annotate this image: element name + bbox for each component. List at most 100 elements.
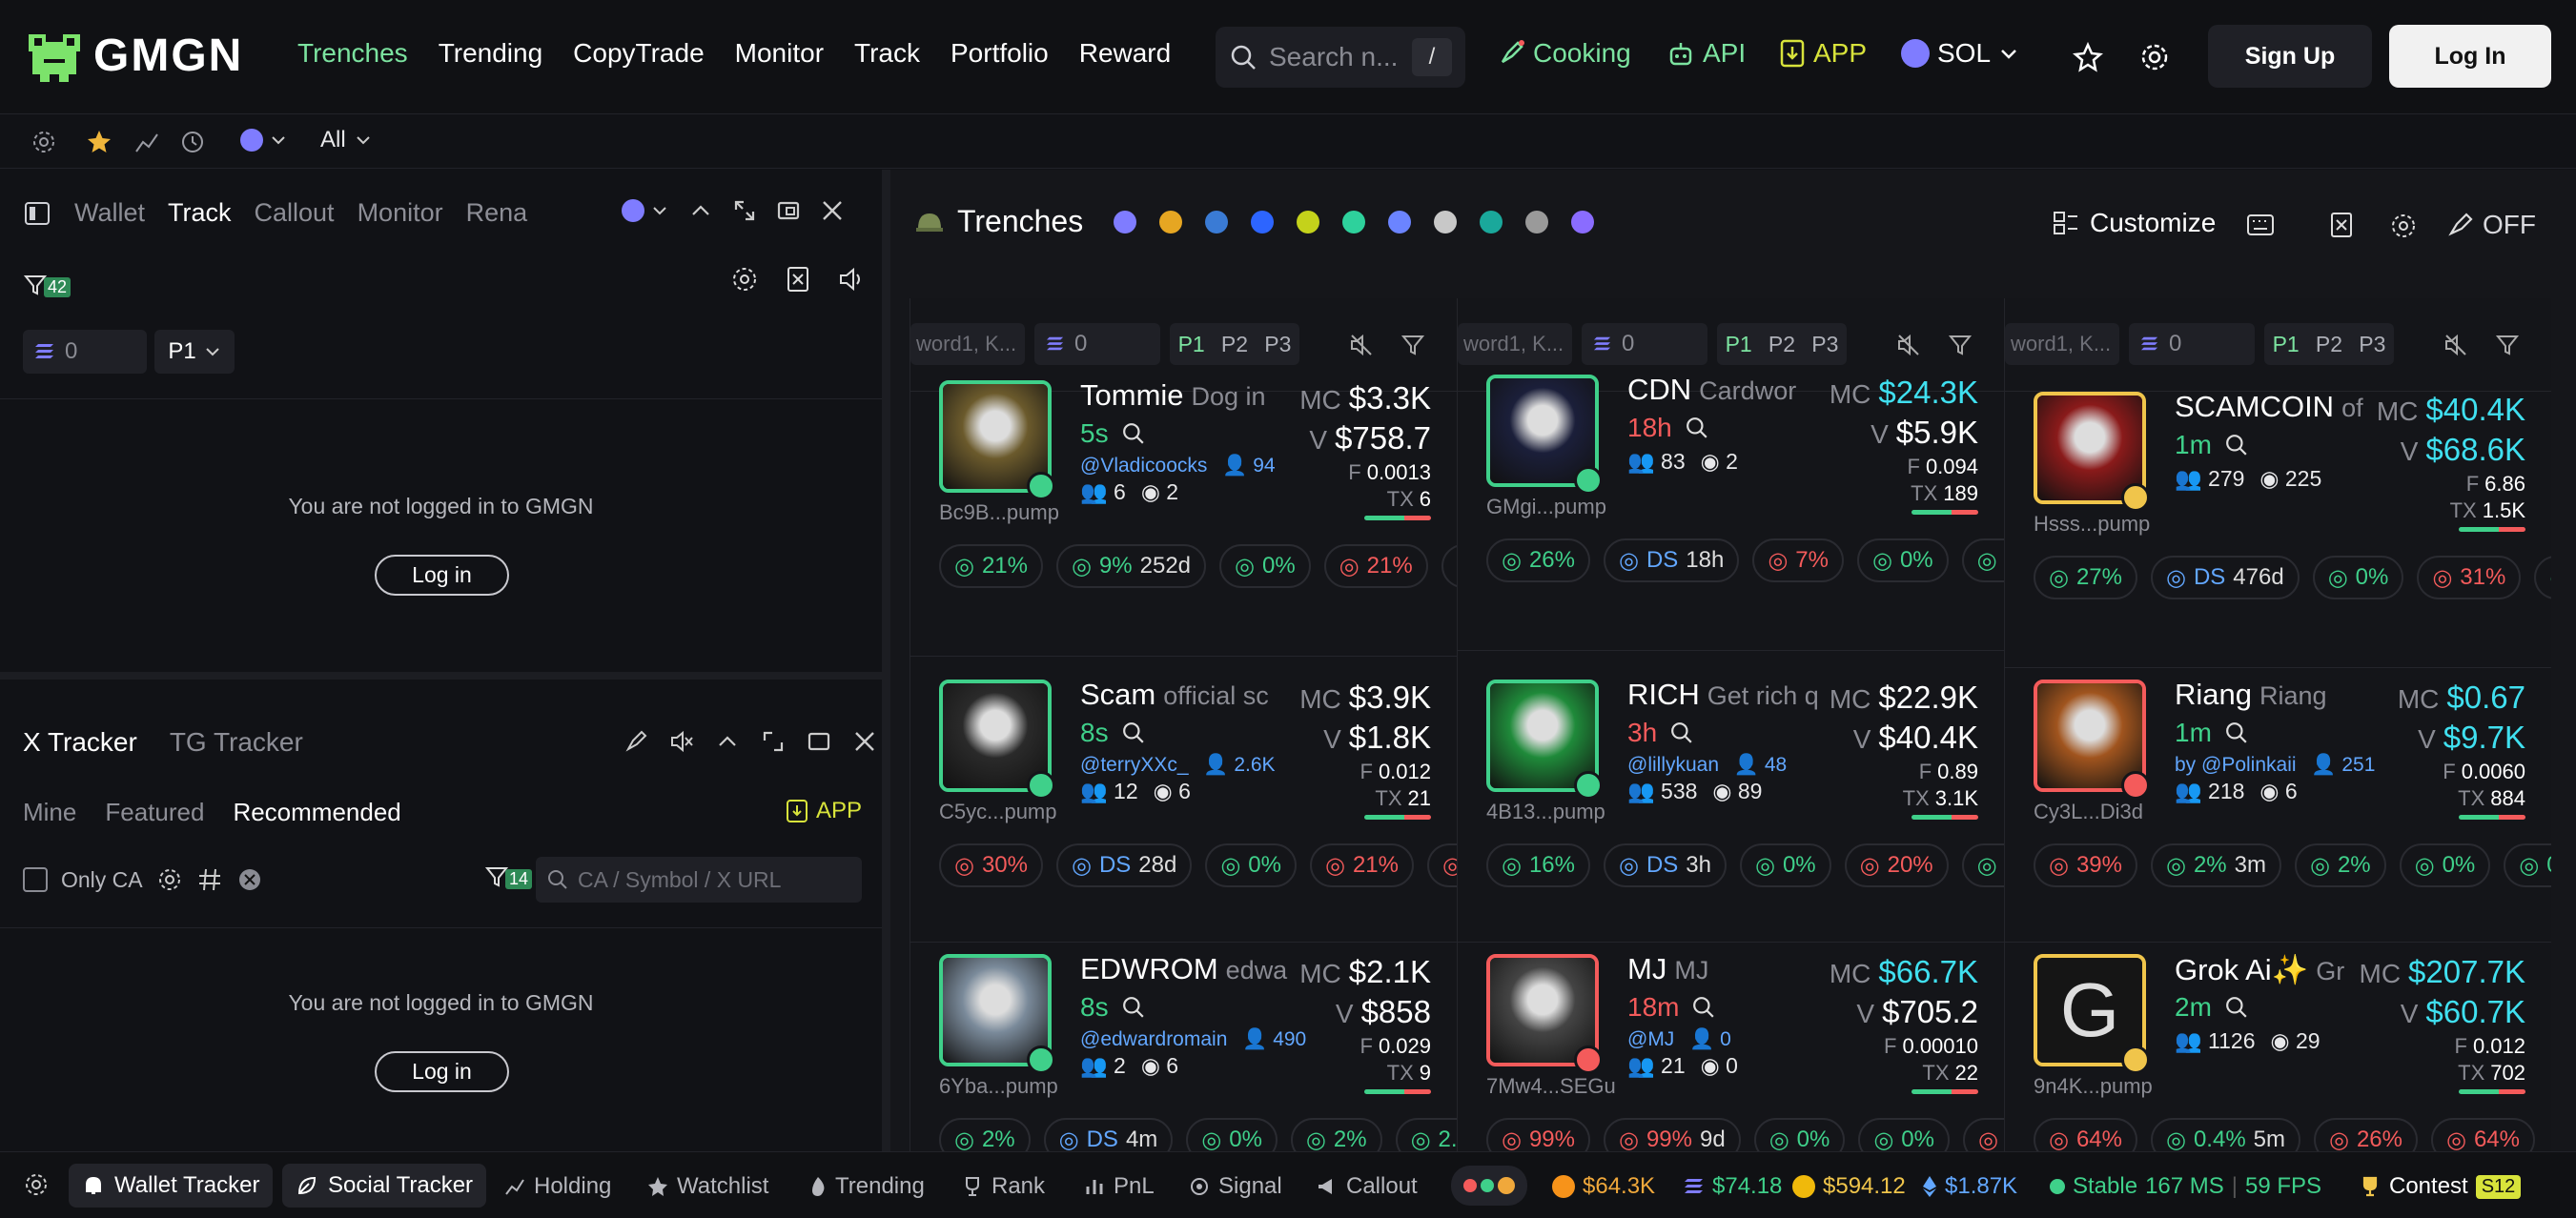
token-name[interactable]: Riang Riang	[2175, 678, 2327, 712]
chain-filter-icon-4[interactable]	[1297, 210, 1320, 233]
token-address[interactable]: 6Yba...pump	[939, 1074, 1058, 1099]
contest-link[interactable]: Contest S12	[2359, 1173, 2522, 1200]
auto-buy-toggle[interactable]: OFF	[2446, 210, 2536, 240]
token-address[interactable]: Bc9B...pump	[939, 500, 1059, 525]
token-name[interactable]: RICH Get rich q	[1627, 678, 1819, 712]
cooking-button[interactable]: Cooking	[1497, 38, 1631, 69]
speaker-icon[interactable]	[837, 265, 866, 294]
preset-p3[interactable]: P3	[1264, 332, 1291, 357]
token-card[interactable]: GMgi...pump CDN Cardwor 18h 👥 83 ◉ 2 MC $24…	[1458, 373, 2004, 651]
token-card[interactable]: Hsss...pump SCAMCOIN of 1m 👥 279 ◉ 225 MC $…	[2005, 390, 2551, 668]
keyword-filter-input[interactable]: word1, K...	[1458, 323, 1572, 365]
gear-icon[interactable]	[2389, 212, 2418, 240]
token-card[interactable]: 6Yba...pump EDWROM edwa 8s @edwardromain …	[910, 943, 1457, 1151]
rocket-icon[interactable]	[624, 729, 648, 754]
signup-button[interactable]: Sign Up	[2208, 25, 2372, 88]
bookmark-x-icon[interactable]	[784, 265, 812, 294]
pnl-tab[interactable]: PnL	[1083, 1173, 1155, 1200]
nav-link-portfolio[interactable]: Portfolio	[951, 38, 1049, 69]
search-icon[interactable]	[1122, 422, 1145, 445]
search-icon[interactable]	[2225, 721, 2248, 744]
preset-p3[interactable]: P3	[2359, 332, 2385, 357]
tab-rename[interactable]: Rena	[466, 198, 528, 228]
tab-track[interactable]: Track	[168, 198, 232, 228]
chart-icon[interactable]	[133, 129, 160, 155]
creator-handle[interactable]: @terryXXc_ 👤 2.6K	[1080, 754, 1276, 777]
chain-filter-icon-0[interactable]	[1114, 210, 1137, 233]
gear-icon[interactable]	[730, 265, 759, 294]
tab-x-tracker[interactable]: X Tracker	[23, 727, 137, 758]
tab-callout[interactable]: Callout	[255, 198, 335, 228]
token-name[interactable]: SCAMCOIN of	[2175, 390, 2363, 424]
token-card[interactable]: G 9n4K...pump Grok Ai✨ Gr 2m 👥 1126 ◉ 29 M…	[2005, 943, 2551, 1151]
signal-tab[interactable]: Signal	[1188, 1173, 1282, 1200]
nav-link-track[interactable]: Track	[854, 38, 920, 69]
subtab-featured[interactable]: Featured	[105, 798, 204, 827]
token-address[interactable]: Cy3L...Di3d	[2034, 800, 2143, 824]
keyboard-icon[interactable]	[2246, 212, 2275, 238]
history-icon[interactable]	[179, 129, 206, 155]
chain-selector[interactable]	[622, 199, 669, 222]
expand-icon[interactable]	[732, 198, 757, 223]
search-box[interactable]: Search n... /	[1216, 27, 1465, 88]
api-button[interactable]: API	[1666, 38, 1746, 69]
chain-filter-icon-9[interactable]	[1525, 210, 1549, 233]
chain-filter-icon-7[interactable]	[1434, 210, 1458, 233]
search-icon[interactable]	[2225, 996, 2248, 1019]
search-icon[interactable]	[1692, 996, 1715, 1019]
preset-p1[interactable]: P1	[2273, 332, 2300, 357]
popout-icon[interactable]	[776, 198, 801, 223]
nav-link-monitor[interactable]: Monitor	[735, 38, 824, 69]
buy-amount-input[interactable]: 0	[23, 330, 147, 374]
expand-icon[interactable]	[761, 729, 786, 754]
chevron-up-icon[interactable]	[715, 729, 740, 754]
keyword-filter-input[interactable]: word1, K...	[910, 323, 1025, 365]
preset-p1[interactable]: P1	[1178, 332, 1205, 357]
token-card[interactable]: C5yc...pump Scam official sc 8s @terryXXc…	[910, 668, 1457, 943]
search-icon[interactable]	[1122, 721, 1145, 744]
tab-monitor[interactable]: Monitor	[358, 198, 443, 228]
trending-tab[interactable]: Trending	[808, 1173, 925, 1200]
keyword-filter-input[interactable]: word1, K...	[2005, 323, 2119, 365]
preset-p3[interactable]: P3	[1811, 332, 1838, 357]
quick-buy-amount-input[interactable]: 0	[1582, 323, 1707, 365]
star-filled-icon[interactable]	[86, 129, 112, 155]
chain-selector[interactable]: SOL	[1901, 38, 2019, 69]
sidebar-toggle-icon[interactable]	[23, 199, 51, 228]
subtab-recommended[interactable]: Recommended	[233, 798, 400, 827]
token-card[interactable]: 4B13...pump RICH Get rich q 3h @lillykuan…	[1458, 668, 2004, 943]
quick-buy-amount-input[interactable]: 0	[1034, 323, 1160, 365]
quick-buy-amount-input[interactable]: 0	[2129, 323, 2255, 365]
chain-filter-icon-8[interactable]	[1480, 210, 1503, 233]
mute-icon[interactable]	[1896, 333, 1921, 357]
mute-icon[interactable]	[2443, 333, 2468, 357]
token-address[interactable]: 7Mw4...SEGu	[1486, 1074, 1616, 1099]
nav-link-trending[interactable]: Trending	[439, 38, 542, 69]
login-button[interactable]: Log In	[2389, 25, 2551, 88]
social-tracker-tab[interactable]: Social Tracker	[282, 1164, 487, 1208]
token-name[interactable]: Tommie Dog in	[1080, 378, 1266, 413]
nav-link-reward[interactable]: Reward	[1079, 38, 1171, 69]
token-name[interactable]: EDWROM edwa	[1080, 952, 1287, 986]
preset-selector[interactable]: P1	[154, 330, 235, 374]
close-icon[interactable]	[820, 198, 845, 223]
chain-filter-icon-3[interactable]	[1251, 210, 1275, 233]
token-address[interactable]: GMgi...pump	[1486, 495, 1606, 519]
hashtag-icon[interactable]	[196, 866, 223, 893]
creator-handle[interactable]: by @Polinkaii 👤 251	[2175, 754, 2375, 777]
customize-button[interactable]: Customize	[2052, 208, 2216, 238]
mute-icon[interactable]	[1349, 333, 1374, 357]
gear-icon[interactable]	[156, 866, 183, 893]
app-button[interactable]: APP	[1779, 38, 1867, 69]
gear-icon[interactable]	[23, 1171, 50, 1198]
preset-p2[interactable]: P2	[1768, 332, 1795, 357]
token-card[interactable]: Cy3L...Di3d Riang Riang 1m by @Polinkaii …	[2005, 668, 2551, 943]
all-filter[interactable]: All	[320, 127, 373, 153]
panel-resize-handle[interactable]	[882, 170, 890, 1151]
chain-filter-icon-10[interactable]	[1571, 210, 1595, 233]
track-login-button[interactable]: Log in	[375, 555, 509, 596]
x-logo-icon[interactable]	[236, 866, 263, 893]
nav-link-copytrade[interactable]: CopyTrade	[573, 38, 704, 69]
token-name[interactable]: Scam official sc	[1080, 678, 1269, 712]
watchlist-tab[interactable]: Watchlist	[646, 1173, 768, 1200]
